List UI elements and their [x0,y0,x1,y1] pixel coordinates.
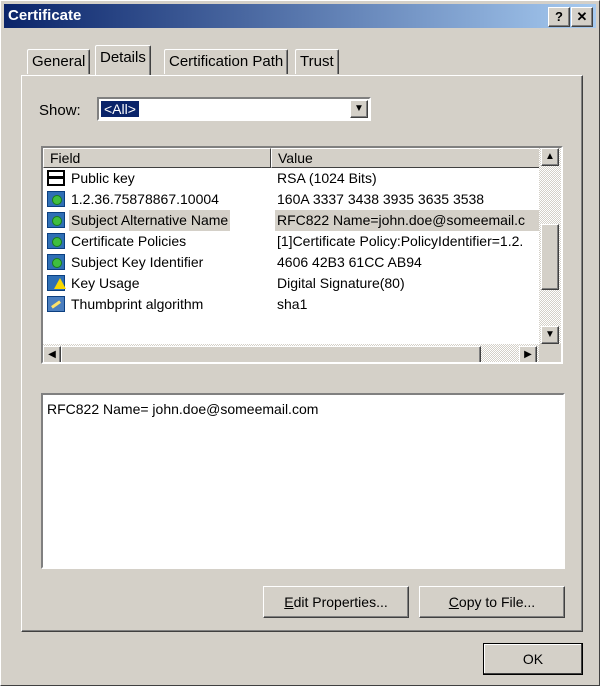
field-value: RFC822 Name=john.doe@someemail.c [275,210,549,231]
vertical-scrollbar[interactable]: ▲ ▼ [539,148,561,344]
extension-icon [47,254,65,270]
chevron-down-icon[interactable]: ▼ [350,100,368,118]
certificate-dialog: Certificate ? ✕ General Details Certific… [0,0,600,686]
show-label: Show: [39,102,81,119]
copy-to-file-button[interactable]: Copy to File... [419,586,565,618]
extension-icon [47,191,65,207]
help-button[interactable]: ? [548,7,570,27]
copy-to-file-mnemonic: C [448,594,459,610]
extension-icon [47,212,65,228]
list-item[interactable]: Certificate Policies [1]Certificate Poli… [43,231,539,252]
copy-to-file-label: opy to File... [458,594,536,610]
list-item[interactable]: Thumbprint algorithm sha1 [43,294,539,315]
field-name: Thumbprint algorithm [71,296,204,312]
edit-properties-button[interactable]: Edit Properties... [263,586,409,618]
scroll-right-icon[interactable]: ▶ [519,346,537,362]
tab-certification-path[interactable]: Certification Path [164,49,289,74]
field-value: Digital Signature(80) [277,275,405,291]
field-name: Subject Alternative Name [69,210,231,231]
field-value: RSA (1024 Bits) [277,170,377,186]
tab-general[interactable]: General [27,49,91,74]
scroll-down-icon[interactable]: ▼ [541,326,559,344]
field-value: [1]Certificate Policy:PolicyIdentifier=1… [277,233,524,249]
edit-properties-mnemonic: E [284,594,294,610]
column-header-field[interactable]: Field [43,148,271,168]
close-button[interactable]: ✕ [571,7,593,27]
extension-icon [47,233,65,249]
show-dropdown[interactable]: <All> ▼ [97,97,371,121]
horizontal-scrollbar[interactable]: ◀ ▶ [43,344,539,362]
show-selected-value: <All> [101,101,139,117]
field-value: 160A 3337 3438 3935 3635 3538 [277,191,485,207]
field-detail-textbox[interactable]: RFC822 Name= john.doe@someemail.com [41,393,565,569]
field-value: sha1 [277,296,308,312]
field-list[interactable]: Field Value Public key RSA (1024 Bits) 1… [41,146,563,364]
ok-button[interactable]: OK [483,643,583,675]
title-bar[interactable]: Certificate ? ✕ [4,4,596,28]
scroll-up-icon[interactable]: ▲ [541,148,559,166]
list-item[interactable]: Public key RSA (1024 Bits) [43,168,539,189]
edit-properties-label: dit Properties... [293,594,388,610]
list-item-selected[interactable]: Subject Alternative Name RFC822 Name=joh… [43,210,549,231]
field-name: 1.2.36.75878867.10004 [71,191,219,207]
field-name: Key Usage [71,275,140,291]
field-detail-text: RFC822 Name= john.doe@someemail.com [47,401,319,417]
field-value: 4606 42B3 61CC AB94 [277,254,422,270]
scrollbar-corner [539,344,561,362]
list-item[interactable]: Subject Key Identifier 4606 42B3 61CC AB… [43,252,539,273]
vertical-scroll-thumb[interactable] [541,224,559,290]
critical-extension-icon [47,275,66,291]
field-name: Subject Key Identifier [71,254,204,270]
field-name: Public key [71,170,135,186]
list-item[interactable]: 1.2.36.75878867.10004 160A 3337 3438 393… [43,189,539,210]
scroll-left-icon[interactable]: ◀ [43,346,61,362]
public-key-icon [47,170,65,186]
field-name: Certificate Policies [71,233,187,249]
list-item[interactable]: Key Usage Digital Signature(80) [43,273,539,294]
horizontal-scroll-thumb[interactable] [61,346,481,362]
tab-trust[interactable]: Trust [295,49,339,74]
thumbprint-icon [47,296,65,312]
column-header-value[interactable]: Value [271,148,541,168]
window-title: Certificate [8,7,82,24]
tab-details[interactable]: Details [95,45,151,75]
